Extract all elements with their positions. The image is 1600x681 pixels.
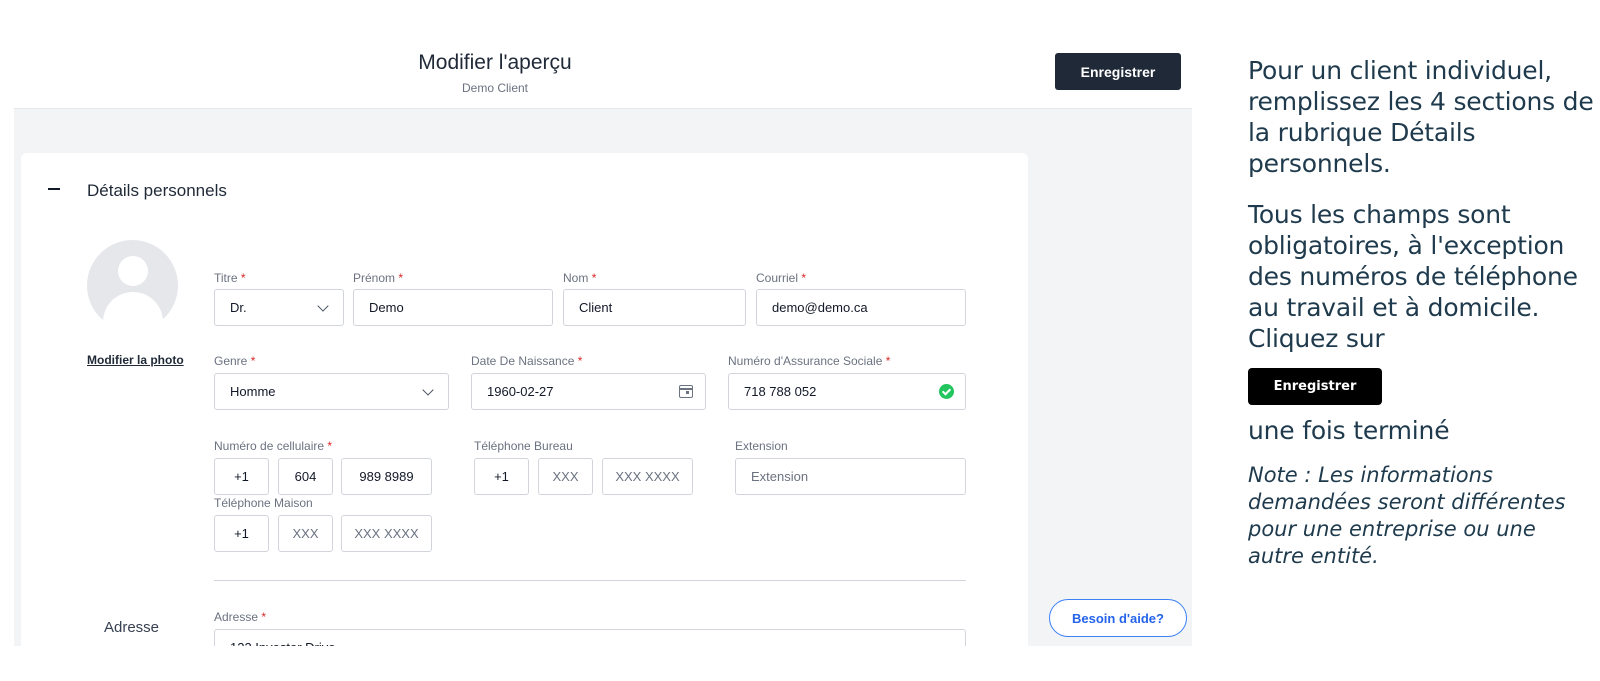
- instructions-paragraph-1: Pour un client individuel, remplissez le…: [1248, 56, 1594, 178]
- header-bar: Modifier l'aperçu Demo Client Enregistre…: [14, 0, 1192, 109]
- courriel-input[interactable]: demo@demo.ca: [756, 289, 966, 326]
- home-number-input[interactable]: XXX XXXX: [341, 515, 432, 552]
- office-country-input[interactable]: +1: [474, 458, 529, 495]
- genre-select[interactable]: Homme: [214, 373, 449, 410]
- birthdate-input[interactable]: 1960-02-27: [471, 373, 706, 410]
- instructions-panel: Pour un client individuel, remplissez le…: [1248, 55, 1598, 570]
- home-area-input[interactable]: XXX: [278, 515, 333, 552]
- office-number-input[interactable]: XXX XXXX: [602, 458, 693, 495]
- naissance-label: Date De Naissance *: [471, 354, 583, 368]
- change-photo-link[interactable]: Modifier la photo: [87, 353, 184, 367]
- maison-label: Téléphone Maison: [214, 496, 313, 510]
- titre-label: Titre *: [214, 271, 246, 285]
- home-country-input[interactable]: +1: [214, 515, 269, 552]
- section-divider: [214, 580, 966, 581]
- chevron-down-icon: [317, 300, 329, 312]
- courriel-label: Courriel *: [756, 271, 807, 285]
- instructions-paragraph-3: une fois terminé: [1248, 416, 1450, 445]
- section-title: Détails personnels: [87, 181, 227, 200]
- office-area-input[interactable]: XXX: [538, 458, 593, 495]
- instructions-paragraph-2: Tous les champs sont obligatoires, à l'e…: [1248, 200, 1578, 353]
- prenom-label: Prénom *: [353, 271, 404, 285]
- instructions-note: Note : Les informations demandées seront…: [1248, 463, 1566, 568]
- calendar-icon[interactable]: [679, 385, 693, 398]
- extension-input[interactable]: Extension: [735, 458, 966, 495]
- prenom-input[interactable]: Demo: [353, 289, 553, 326]
- help-button[interactable]: Besoin d'aide?: [1049, 599, 1187, 637]
- sin-input[interactable]: 718 788 052: [728, 373, 966, 410]
- genre-label: Genre *: [214, 354, 256, 368]
- adresse-label: Adresse *: [214, 610, 267, 624]
- cell-area-input[interactable]: 604: [278, 458, 333, 495]
- cell-label: Numéro de cellulaire *: [214, 439, 333, 453]
- check-circle-icon: [939, 384, 954, 399]
- cell-country-input[interactable]: +1: [214, 458, 269, 495]
- address-input[interactable]: 123 Investor Drive: [214, 629, 966, 646]
- nom-label: Nom *: [563, 271, 597, 285]
- bureau-label: Téléphone Bureau: [474, 439, 573, 453]
- extension-label: Extension: [735, 439, 788, 453]
- nom-input[interactable]: Client: [563, 289, 746, 326]
- page-title: Modifier l'aperçu: [418, 51, 572, 74]
- chevron-down-icon: [422, 384, 434, 396]
- titre-select[interactable]: Dr.: [214, 289, 344, 326]
- avatar-icon: [87, 240, 178, 331]
- save-button[interactable]: Enregistrer: [1055, 53, 1181, 90]
- page-subtitle: Demo Client: [461, 81, 529, 95]
- instructions-save-button[interactable]: Enregistrer: [1248, 368, 1382, 405]
- nas-label: Numéro d'Assurance Sociale *: [728, 354, 891, 368]
- cell-number-input[interactable]: 989 8989: [341, 458, 432, 495]
- collapse-icon[interactable]: [47, 178, 61, 198]
- app-window: Modifier l'aperçu Demo Client Enregistre…: [14, 0, 1192, 646]
- address-section-label: Adresse: [104, 619, 160, 636]
